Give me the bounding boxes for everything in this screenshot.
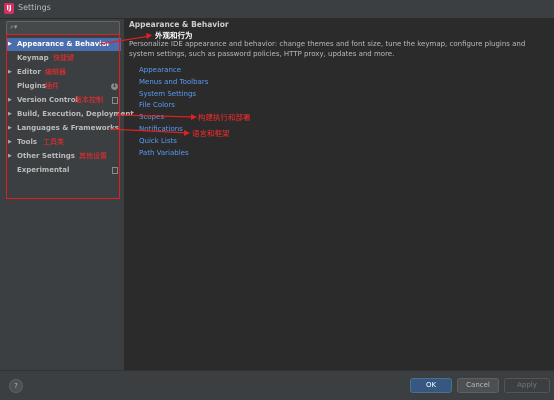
apply-button[interactable]: Apply — [504, 378, 550, 393]
annotation-arrows — [99, 33, 197, 136]
arrow-head-icon — [146, 33, 152, 39]
arrow-appearance — [99, 35, 151, 45]
arrow-languages — [109, 128, 189, 134]
arrow-head-icon — [184, 130, 190, 136]
help-button[interactable]: ? — [9, 379, 23, 393]
arrow-head-icon — [191, 114, 197, 120]
annotation-build: 构建执行和部署 — [198, 113, 251, 122]
cancel-button[interactable]: Cancel — [457, 378, 499, 393]
arrow-build — [116, 114, 196, 118]
ok-button[interactable]: OK — [410, 378, 452, 393]
annotation-appearance: 外观和行为 — [155, 31, 193, 40]
annotation-languages: 语言和框架 — [192, 129, 230, 138]
